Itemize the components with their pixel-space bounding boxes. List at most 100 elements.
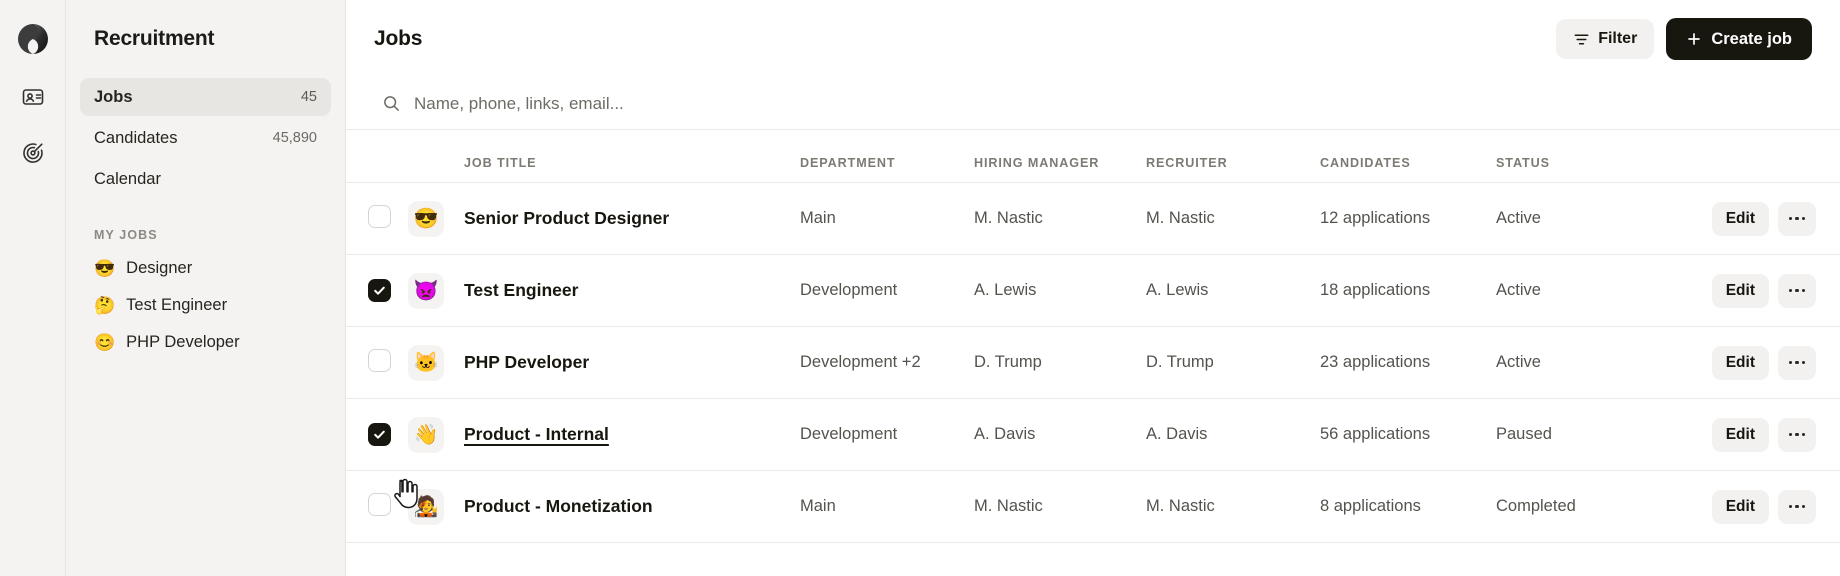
row-status-cell: Active xyxy=(1496,326,1696,399)
target-icon[interactable] xyxy=(18,138,48,168)
more-options-button[interactable] xyxy=(1778,273,1816,308)
row-department-cell: Development xyxy=(800,254,974,327)
column-header-status[interactable]: STATUS xyxy=(1496,130,1696,183)
row-status-cell: Paused xyxy=(1496,398,1696,471)
sidebar-item-label: Calendar xyxy=(94,169,161,188)
table-row[interactable]: 👋 Product - Internal Development A. Davis A.… xyxy=(346,398,1840,471)
row-department-cell: Development +2 xyxy=(800,326,974,399)
sidebar-item-count: 45,890 xyxy=(272,130,317,146)
search-bar[interactable] xyxy=(346,78,1840,130)
edit-button[interactable]: Edit xyxy=(1711,201,1769,236)
edit-button[interactable]: Edit xyxy=(1711,273,1769,308)
row-checkbox[interactable] xyxy=(368,492,391,516)
table-row[interactable]: 😎 Senior Product Designer Main M. Nastic M. … xyxy=(346,182,1840,255)
row-avatar-cell: 😎 xyxy=(408,182,464,255)
avatar: 😎 xyxy=(408,200,444,237)
create-job-button[interactable]: Create job xyxy=(1666,18,1812,60)
row-checkbox[interactable] xyxy=(368,279,391,302)
row-actions-cell: Edit xyxy=(1696,326,1840,399)
sidebar-item-candidates[interactable]: Candidates 45,890 xyxy=(80,119,331,157)
job-title-link[interactable]: Product - Internal xyxy=(464,424,609,444)
job-emoji-icon: 🐱 xyxy=(413,351,439,374)
row-select-cell xyxy=(346,398,408,471)
row-select-cell xyxy=(346,326,408,399)
ellipsis-dot xyxy=(1795,288,1799,293)
table-row[interactable]: 👿 Test Engineer Development A. Lewis A. Lewi… xyxy=(346,254,1840,327)
row-select-cell xyxy=(346,182,408,255)
job-title-link[interactable]: Test Engineer xyxy=(464,280,578,300)
sunglasses-face-icon: 😎 xyxy=(94,259,116,278)
more-options-button[interactable] xyxy=(1778,417,1816,452)
row-recruiter-cell: A. Lewis xyxy=(1146,254,1320,327)
table-header-row: JOB TITLE DEPARTMENT HIRING MANAGER RECR… xyxy=(346,130,1840,183)
edit-button[interactable]: Edit xyxy=(1711,489,1769,524)
job-title-link[interactable]: Product - Monetization xyxy=(464,496,653,516)
row-department-cell: Main xyxy=(800,182,974,255)
sidebar-item-jobs[interactable]: Jobs 45 xyxy=(80,78,331,116)
column-header-recruiter[interactable]: RECRUITER xyxy=(1146,130,1320,183)
jobs-table: JOB TITLE DEPARTMENT HIRING MANAGER RECR… xyxy=(346,130,1840,543)
app-logo-icon[interactable] xyxy=(16,22,50,56)
search-input[interactable] xyxy=(414,93,1812,114)
sidebar-item-label: Jobs xyxy=(94,87,133,106)
column-header-candidates[interactable]: CANDIDATES xyxy=(1320,130,1496,183)
thinking-face-icon: 🤔 xyxy=(94,296,116,315)
more-options-button[interactable] xyxy=(1778,345,1816,380)
icon-rail xyxy=(0,0,66,576)
row-candidates-cell: 8 applications xyxy=(1320,470,1496,543)
sidebar: Recruitment Jobs 45 Candidates 45,890 Ca… xyxy=(66,0,346,576)
row-checkbox[interactable] xyxy=(368,204,391,228)
smiling-face-icon: 😊 xyxy=(94,333,116,352)
row-actions-cell: Edit xyxy=(1696,254,1840,327)
row-candidates-cell: 23 applications xyxy=(1320,326,1496,399)
app-root: Recruitment Jobs 45 Candidates 45,890 Ca… xyxy=(0,0,1840,576)
row-select-cell xyxy=(346,470,408,543)
row-hiring-manager-cell: M. Nastic xyxy=(974,470,1146,543)
ellipsis-dot xyxy=(1801,216,1806,221)
row-actions: Edit xyxy=(1696,273,1816,308)
avatar: 🧑‍🎤 xyxy=(408,488,444,525)
job-title-link[interactable]: PHP Developer xyxy=(464,352,589,372)
row-checkbox[interactable] xyxy=(368,348,391,372)
row-recruiter-cell: M. Nastic xyxy=(1146,470,1320,543)
ellipsis-dot xyxy=(1788,288,1793,293)
sidebar-item-calendar[interactable]: Calendar xyxy=(80,160,331,198)
row-department-cell: Development xyxy=(800,398,974,471)
avatar: 👋 xyxy=(408,416,444,453)
column-header-hiring-manager[interactable]: HIRING MANAGER xyxy=(974,130,1146,183)
row-recruiter-cell: D. Trump xyxy=(1146,326,1320,399)
row-checkbox[interactable] xyxy=(368,423,391,446)
row-title-cell: Product - Internal xyxy=(464,398,800,471)
topbar: Jobs Filter Create job xyxy=(346,0,1840,78)
ellipsis-dot xyxy=(1801,504,1806,509)
column-header-department[interactable]: DEPARTMENT xyxy=(800,130,974,183)
ellipsis-dot xyxy=(1788,360,1793,365)
job-title-link[interactable]: Senior Product Designer xyxy=(464,208,669,228)
contact-card-icon[interactable] xyxy=(18,82,48,112)
more-options-button[interactable] xyxy=(1778,489,1816,524)
row-title-cell: PHP Developer xyxy=(464,326,800,399)
table-row[interactable]: 🧑‍🎤 Product - Monetization Main M. Nastic M.… xyxy=(346,470,1840,543)
row-candidates-cell: 12 applications xyxy=(1320,182,1496,255)
row-actions-cell: Edit xyxy=(1696,398,1840,471)
ellipsis-dot xyxy=(1795,216,1799,221)
sidebar-item-test-engineer[interactable]: 🤔 Test Engineer xyxy=(80,287,331,324)
row-hiring-manager-cell: A. Davis xyxy=(974,398,1146,471)
row-actions-cell: Edit xyxy=(1696,182,1840,255)
avatar: 👿 xyxy=(408,272,444,309)
edit-button[interactable]: Edit xyxy=(1711,345,1769,380)
sidebar-item-designer[interactable]: 😎 Designer xyxy=(80,250,331,287)
filter-icon xyxy=(1573,31,1590,48)
plus-icon xyxy=(1686,31,1702,47)
create-job-label: Create job xyxy=(1711,29,1792,48)
column-header-job-title[interactable]: JOB TITLE xyxy=(464,130,800,183)
edit-button[interactable]: Edit xyxy=(1711,417,1769,452)
filter-button[interactable]: Filter xyxy=(1556,19,1655,59)
row-hiring-manager-cell: M. Nastic xyxy=(974,182,1146,255)
row-candidates-cell: 18 applications xyxy=(1320,254,1496,327)
table-row[interactable]: 🐱 PHP Developer Development +2 D. Trump D. T… xyxy=(346,326,1840,399)
row-actions: Edit xyxy=(1696,345,1816,380)
sidebar-item-php-developer[interactable]: 😊 PHP Developer xyxy=(80,324,331,361)
row-recruiter-cell: M. Nastic xyxy=(1146,182,1320,255)
more-options-button[interactable] xyxy=(1778,201,1816,236)
